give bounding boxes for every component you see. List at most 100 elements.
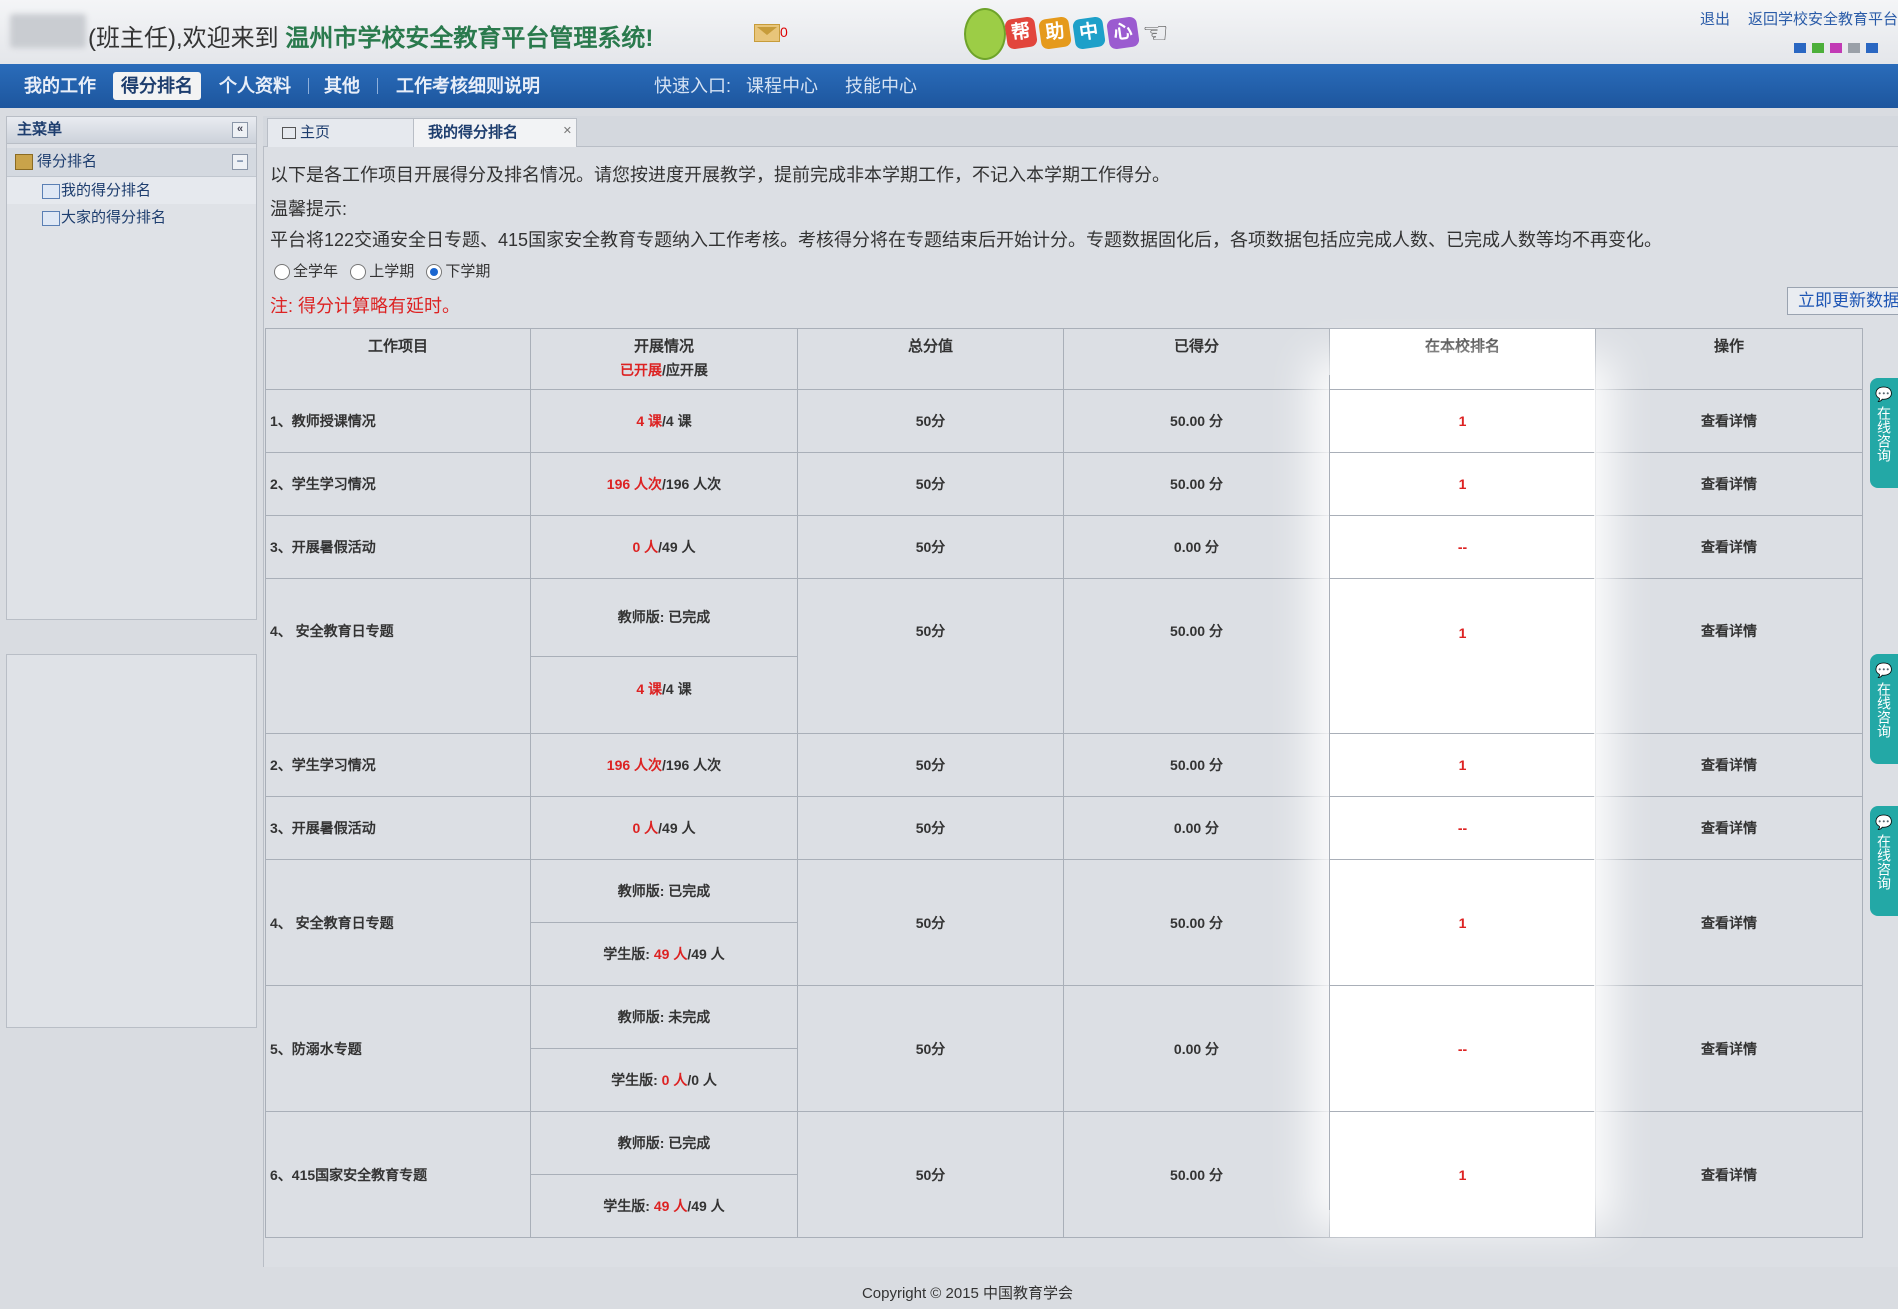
progress-cell: 0 人/49 人 (530, 515, 798, 579)
help-center-button[interactable]: 帮 助 中 心 ☜ (964, 6, 1184, 60)
school-rank: -- (1329, 985, 1596, 1112)
view-details-link[interactable]: 查看详情 (1595, 578, 1863, 734)
theme-swatch[interactable] (1830, 43, 1842, 53)
quick-link-courses[interactable]: 课程中心 (746, 72, 818, 100)
earned-score: 50.00 分 (1063, 578, 1330, 734)
view-details-link[interactable]: 查看详情 (1595, 1111, 1863, 1238)
item-name: 5、防溺水专题 (265, 985, 531, 1112)
required-count: /49 人 (687, 1198, 725, 1214)
logout-link[interactable]: 退出 (1700, 11, 1730, 28)
full-score: 50分 (797, 452, 1064, 516)
view-details-link[interactable]: 查看详情 (1595, 452, 1863, 516)
sidebar-item-label: 大家的得分排名 (61, 209, 167, 226)
student-status: 学生版: 0 人/0 人 (530, 1048, 798, 1112)
theme-swatch[interactable] (1848, 43, 1860, 53)
main-nav: 我的工作 得分排名 个人资料 其他 工作考核细则说明 快速入口: 课程中心 技能… (0, 64, 1898, 108)
earned-score: 0.00 分 (1063, 985, 1330, 1112)
done-count: 49 人 (653, 1198, 688, 1214)
nav-my-work[interactable]: 我的工作 (16, 72, 104, 100)
top-header: (班主任),欢迎来到 温州市学校安全教育平台管理系统! 0 帮 助 中 心 ☜ … (0, 0, 1898, 64)
col-header: 已得分 (1063, 328, 1330, 390)
item-name: 3、开展暑假活动 (265, 796, 531, 860)
school-rank: 1 (1329, 389, 1596, 453)
collapse-sidebar-icon[interactable]: « (232, 122, 248, 138)
school-rank: 1 (1329, 733, 1596, 797)
school-rank: 1 (1329, 452, 1596, 516)
student-prefix: 学生版: (611, 1072, 662, 1088)
nav-assessment-rules[interactable]: 工作考核细则说明 (388, 72, 548, 100)
table-row: 1、教师授课情况 4 课/4 课 50分 50.00 分 1 查看详情 (265, 389, 1863, 453)
refresh-data-button[interactable]: 立即更新数据 (1787, 287, 1898, 315)
required-count: /4 课 (662, 680, 692, 697)
system-name: 温州市学校安全教育平台管理系统! (285, 25, 654, 52)
tab-my-ranking[interactable]: 我的得分排名 ✕ (413, 118, 577, 147)
theme-swatch[interactable] (1794, 43, 1806, 53)
sidebar-item-all-ranking[interactable]: 大家的得分排名 (7, 204, 256, 231)
online-consult-button[interactable]: 💬 在线咨询 (1870, 654, 1898, 764)
radio-first-term[interactable] (350, 264, 367, 281)
tab-home[interactable]: 主页 (267, 118, 415, 147)
view-details-link[interactable]: 查看详情 (1595, 985, 1863, 1112)
item-name: 1、教师授课情况 (265, 389, 531, 453)
view-details-link[interactable]: 查看详情 (1595, 796, 1863, 860)
nav-score-ranking[interactable]: 得分排名 (113, 72, 201, 100)
close-icon[interactable]: ✕ (563, 117, 572, 145)
folder-icon (15, 154, 33, 171)
col-header-progress: 开展情况 已开展/应开展 (530, 328, 798, 390)
col-header: 总分值 (797, 328, 1064, 390)
quick-entry-label: 快速入口: (654, 76, 732, 96)
table-row: 3、开展暑假活动 0 人/49 人 50分 0.00 分 -- 查看详情 (265, 796, 1863, 860)
tip-text: 平台将122交通安全日专题、415国家安全教育专题纳入工作考核。考核得分将在专题… (270, 230, 1663, 250)
radio-full-year[interactable] (274, 264, 290, 281)
student-prefix: 学生版: (603, 1198, 654, 1214)
done-count: 0 人 (632, 539, 659, 555)
home-icon (282, 127, 296, 140)
teacher-status: 教师版: 已完成 (530, 1111, 798, 1175)
mail-icon[interactable] (754, 24, 780, 42)
online-consult-button[interactable]: 💬 在线咨询 (1870, 378, 1898, 488)
radio-label: 上学期 (369, 263, 415, 280)
earned-score: 50.00 分 (1063, 452, 1330, 516)
view-details-link[interactable]: 查看详情 (1595, 389, 1863, 453)
sidebar-group-ranking[interactable]: 得分排名 − (7, 148, 256, 177)
radio-second-term[interactable] (426, 264, 443, 281)
view-details-link[interactable]: 查看详情 (1595, 733, 1863, 797)
term-radio-group: 全学年 上学期 下学期 (274, 260, 490, 281)
teacher-status: 教师版: 已完成 (530, 578, 798, 657)
theme-swatch[interactable] (1812, 43, 1824, 53)
school-rank: 1 (1329, 578, 1596, 734)
earned-score: 50.00 分 (1063, 733, 1330, 797)
subheader-required: /应开展 (662, 362, 708, 378)
table-header-row: 工作项目 开展情况 已开展/应开展 总分值 已得分 在本校排名 操作 (265, 328, 1863, 390)
mail-count: 0 (780, 24, 788, 40)
required-count: /49 人 (658, 539, 696, 555)
theme-swatch[interactable] (1866, 43, 1878, 53)
table-row: 6、415国家安全教育专题 教师版: 已完成 50分 50.00 分 1 查看详… (265, 1111, 1863, 1238)
student-status: 学生版: 49 人/49 人 (530, 1174, 798, 1238)
required-count: /196 人次 (662, 476, 722, 492)
earned-score: 50.00 分 (1063, 859, 1330, 986)
mascot-icon (964, 8, 1006, 60)
view-details-link[interactable]: 查看详情 (1595, 859, 1863, 986)
quick-link-skills[interactable]: 技能中心 (845, 72, 917, 100)
nav-profile[interactable]: 个人资料 (211, 72, 299, 100)
table-row: 2、学生学习情况 196 人次/196 人次 50分 50.00 分 1 查看详… (265, 733, 1863, 797)
table-row: 4、 安全教育日专题 教师版: 已完成 50分 50.00 分 1 查看详情 (265, 578, 1863, 734)
progress-cell: 196 人次/196 人次 (530, 733, 798, 797)
table-row: 2、学生学习情况 196 人次/196 人次 50分 50.00 分 1 查看详… (265, 452, 1863, 516)
chat-bubble-icon: 💬 (1875, 662, 1893, 678)
full-score: 50分 (797, 985, 1064, 1112)
footer-copyright: Copyright © 2015 中国教育学会 (861, 1285, 1074, 1302)
student-prefix: 学生版: (603, 946, 654, 962)
nav-separator (377, 78, 378, 94)
table-icon (42, 184, 60, 199)
view-details-link[interactable]: 查看详情 (1595, 515, 1863, 579)
back-to-platform-link[interactable]: 返回学校安全教育平台 (1748, 11, 1898, 28)
collapse-group-icon[interactable]: − (232, 154, 248, 170)
done-count: 4 课 (636, 413, 663, 429)
nav-other[interactable]: 其他 (316, 72, 368, 100)
redacted-username (10, 14, 86, 48)
online-consult-button[interactable]: 💬 在线咨询 (1870, 806, 1898, 916)
teacher-status: 教师版: 未完成 (530, 985, 798, 1049)
sidebar-item-my-ranking[interactable]: 我的得分排名 (7, 177, 256, 204)
